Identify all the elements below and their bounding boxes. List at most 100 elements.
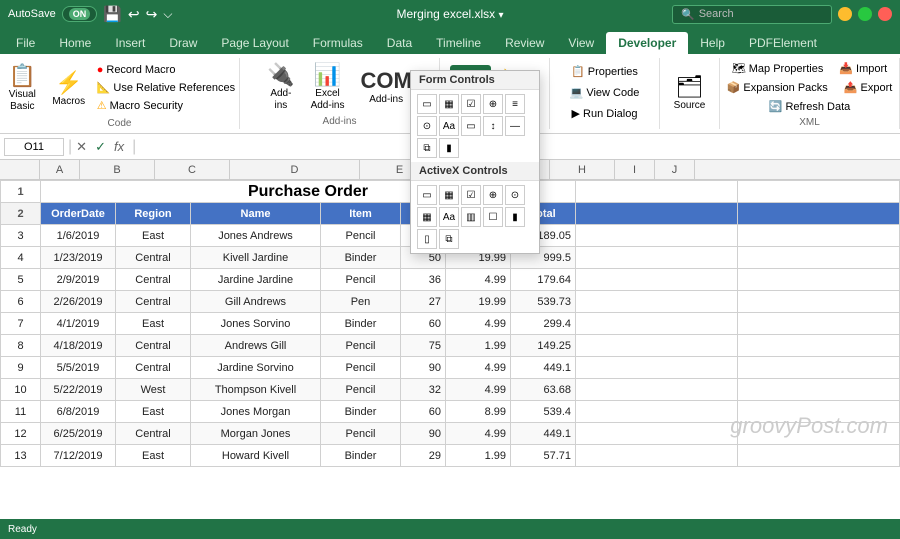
export-button[interactable]: 📤 Export [840,79,897,96]
activex-ctrl-4[interactable]: ⊕ [483,185,503,205]
tab-developer[interactable]: Developer [606,32,688,54]
tab-formulas[interactable]: Formulas [301,32,375,54]
cell-e12[interactable]: Pencil [321,423,401,445]
form-ctrl-check[interactable]: ☑ [461,94,481,114]
cell-f6[interactable]: 27 [401,291,446,313]
source-button[interactable]: 🗂 Source [668,71,712,114]
form-ctrl-spin[interactable]: ⊕ [483,94,503,114]
cell-e11[interactable]: Binder [321,401,401,423]
cell-d8[interactable]: Andrews Gill [191,335,321,357]
cell-d5[interactable]: Jardine Jardine [191,269,321,291]
cell-f12[interactable]: 90 [401,423,446,445]
tab-help[interactable]: Help [688,32,737,54]
cell-b8[interactable]: 4/18/2019 [41,335,116,357]
cell-g6[interactable]: 19.99 [446,291,511,313]
tab-insert[interactable]: Insert [103,32,157,54]
cell-c12[interactable]: Central [116,423,191,445]
minimize-button[interactable] [838,7,852,21]
com-addins-button[interactable]: COM Add-ins [354,66,417,108]
cell-e3[interactable]: Pencil [321,225,401,247]
cell-d13[interactable]: Howard Kivell [191,445,321,467]
cell-b13[interactable]: 7/12/2019 [41,445,116,467]
cell-h13[interactable]: 57.71 [511,445,576,467]
tab-timeline[interactable]: Timeline [424,32,493,54]
activex-ctrl-12[interactable]: ⧉ [439,229,459,249]
confirm-formula-icon[interactable]: ✓ [95,139,106,155]
run-dialog-button[interactable]: ▶ Run Dialog [568,105,642,122]
cell-f7[interactable]: 60 [401,313,446,335]
cell-b11[interactable]: 6/8/2019 [41,401,116,423]
cell-e4[interactable]: Binder [321,247,401,269]
cancel-formula-icon[interactable]: ✕ [76,139,87,155]
form-ctrl-group[interactable]: ▭ [461,116,481,136]
maximize-button[interactable] [858,7,872,21]
cell-d10[interactable]: Thompson Kivell [191,379,321,401]
save-icon[interactable]: 💾 [103,5,122,23]
tab-data[interactable]: Data [375,32,424,54]
view-code-button[interactable]: 💻 View Code [566,84,644,101]
activex-ctrl-6[interactable]: ▦ [417,207,437,227]
customize-icon[interactable]: ⌵ [163,7,172,22]
form-ctrl-extra2[interactable]: ▮ [439,138,459,158]
cell-reference[interactable] [4,138,64,156]
form-ctrl-option[interactable]: ⊙ [417,116,437,136]
cell-b7[interactable]: 4/1/2019 [41,313,116,335]
activex-ctrl-10[interactable]: ▮ [505,207,525,227]
activex-ctrl-2[interactable]: ▦ [439,185,459,205]
activex-ctrl-7[interactable]: Aa [439,207,459,227]
cell-f9[interactable]: 90 [401,357,446,379]
macro-security-button[interactable]: ⚠ Macro Security [93,97,239,114]
cell-d3[interactable]: Jones Andrews [191,225,321,247]
cell-c6[interactable]: Central [116,291,191,313]
cell-b5[interactable]: 2/9/2019 [41,269,116,291]
cell-e6[interactable]: Pen [321,291,401,313]
tab-file[interactable]: File [4,32,47,54]
tab-view[interactable]: View [556,32,606,54]
dropdown-arrow[interactable]: ▾ [499,10,504,21]
cell-c3[interactable]: East [116,225,191,247]
cell-d12[interactable]: Morgan Jones [191,423,321,445]
cell-b9[interactable]: 5/5/2019 [41,357,116,379]
cell-c8[interactable]: Central [116,335,191,357]
excel-addins-button[interactable]: 📊 ExcelAdd-ins [305,60,351,114]
form-ctrl-extra1[interactable]: ⧉ [417,138,437,158]
import-button[interactable]: 📥 Import [835,60,891,77]
cell-d4[interactable]: Kivell Jardine [191,247,321,269]
close-button[interactable] [878,7,892,21]
form-ctrl-button[interactable]: ▭ [417,94,437,114]
activex-ctrl-5[interactable]: ⊙ [505,185,525,205]
cell-d7[interactable]: Jones Sorvino [191,313,321,335]
form-ctrl-slider[interactable]: — [505,116,525,136]
record-macro-button[interactable]: ● Record Macro [93,62,239,78]
cell-f10[interactable]: 32 [401,379,446,401]
tab-draw[interactable]: Draw [157,32,209,54]
cell-b10[interactable]: 5/22/2019 [41,379,116,401]
cell-d9[interactable]: Jardine Sorvino [191,357,321,379]
cell-c13[interactable]: East [116,445,191,467]
activex-ctrl-3[interactable]: ☑ [461,185,481,205]
cell-h7[interactable]: 299.4 [511,313,576,335]
cell-h12[interactable]: 449.1 [511,423,576,445]
autosave-toggle[interactable]: ON [62,6,98,22]
form-ctrl-label[interactable]: Aa [439,116,459,136]
activex-ctrl-11[interactable]: ▯ [417,229,437,249]
cell-e9[interactable]: Pencil [321,357,401,379]
cell-h9[interactable]: 449.1 [511,357,576,379]
cell-h5[interactable]: 179.64 [511,269,576,291]
cell-h11[interactable]: 539.4 [511,401,576,423]
cell-e8[interactable]: Pencil [321,335,401,357]
activex-ctrl-8[interactable]: ▥ [461,207,481,227]
cell-g5[interactable]: 4.99 [446,269,511,291]
properties-button[interactable]: 📋 Properties [567,63,642,80]
tab-page-layout[interactable]: Page Layout [209,32,300,54]
cell-c9[interactable]: Central [116,357,191,379]
cell-d11[interactable]: Jones Morgan [191,401,321,423]
redo-icon[interactable]: ↪ [146,6,158,23]
cell-g13[interactable]: 1.99 [446,445,511,467]
cell-h10[interactable]: 63.68 [511,379,576,401]
cell-g7[interactable]: 4.99 [446,313,511,335]
cell-c10[interactable]: West [116,379,191,401]
cell-b12[interactable]: 6/25/2019 [41,423,116,445]
addins-button[interactable]: 🔌 Add-ins [261,60,300,114]
form-ctrl-combo[interactable]: ▦ [439,94,459,114]
